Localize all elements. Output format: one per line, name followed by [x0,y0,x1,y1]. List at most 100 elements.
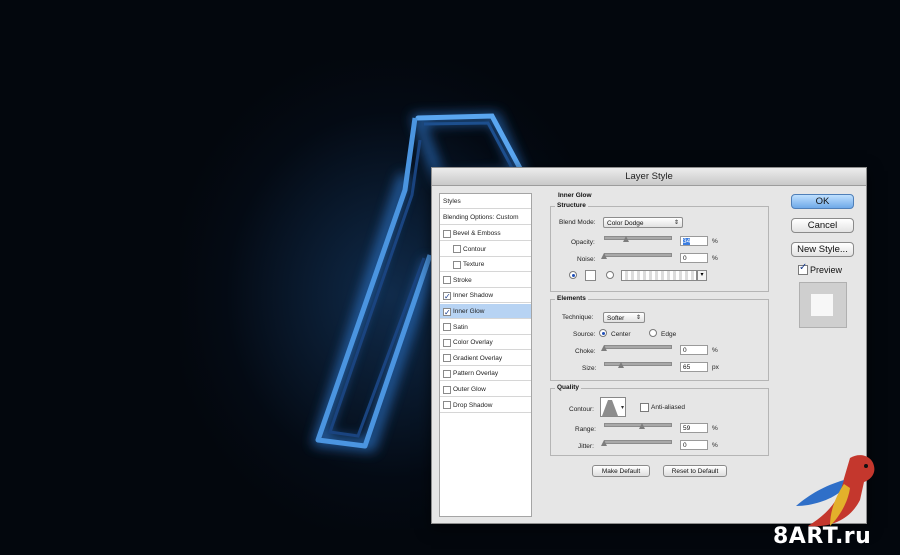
gradient-picker[interactable] [621,270,697,281]
chevron-updown-icon: ⇕ [673,220,679,226]
preview-thumbnail [799,282,847,328]
glow-color-swatch[interactable] [585,270,596,281]
new-style-button[interactable]: New Style... [791,242,854,257]
style-item[interactable]: Stroke [440,273,531,288]
jitter-input[interactable]: 0 [680,440,708,450]
color-mode-radio[interactable] [569,271,577,279]
opacity-slider-thumb[interactable] [622,236,629,242]
styles-header-label: Styles [443,198,461,205]
checkmark-icon: ✓ [799,262,808,273]
choke-label: Choke: [575,348,596,355]
style-item-checkbox[interactable] [443,289,451,304]
choke-slider[interactable] [604,345,672,349]
jitter-slider-thumb[interactable] [600,440,607,446]
style-item[interactable]: Inner Shadow [440,288,531,304]
noise-slider[interactable] [604,253,672,257]
make-default-button[interactable]: Make Default [592,465,650,477]
contour-label: Contour: [569,406,594,413]
style-item-checkbox[interactable] [443,369,451,378]
size-slider[interactable] [604,362,672,366]
blending-options-item[interactable]: Blending Options: Custom [440,210,531,225]
choke-input[interactable]: 0 [680,345,708,355]
parrot-logo [796,455,875,527]
style-item-label: Gradient Overlay [453,354,503,362]
range-slider-thumb[interactable] [639,423,646,429]
style-item-label: Bevel & Emboss [453,230,501,237]
technique-select[interactable]: Softer ⇕ [603,312,645,323]
size-value: 65 [683,364,691,371]
range-slider[interactable] [604,423,672,427]
style-item-checkbox[interactable] [443,385,451,394]
range-unit: % [712,425,718,432]
technique-label: Technique: [562,314,594,321]
reset-default-button[interactable]: Reset to Default [663,465,727,477]
jitter-slider[interactable] [604,440,672,444]
choke-slider-thumb[interactable] [600,345,607,351]
style-item[interactable]: Bevel & Emboss [440,226,531,241]
blend-mode-label: Blend Mode: [559,219,596,226]
style-item-label: Satin [453,323,468,331]
style-item-checkbox[interactable] [453,245,461,254]
range-label: Range: [575,426,596,433]
range-input[interactable]: 59 [680,423,708,433]
style-item[interactable]: Inner Glow [440,304,531,320]
dialog-title: Layer Style [432,168,866,186]
jitter-label: Jitter: [578,443,594,450]
opacity-value: 34 [683,238,691,245]
source-edge-radio[interactable] [649,329,657,337]
style-item-checkbox[interactable] [443,401,451,410]
anti-aliased-checkbox[interactable] [640,403,649,412]
blend-mode-select[interactable]: Color Dodge ⇕ [603,217,683,228]
cancel-button[interactable]: Cancel [791,218,854,233]
style-item[interactable]: Drop Shadow [440,398,531,413]
noise-input[interactable]: 0 [680,253,708,263]
gradient-mode-radio[interactable] [606,271,614,279]
choke-value: 0 [683,347,687,354]
size-slider-thumb[interactable] [617,362,624,368]
style-item-checkbox[interactable] [443,305,451,320]
style-item[interactable]: Pattern Overlay [440,366,531,382]
opacity-unit: % [712,238,718,245]
opacity-input[interactable]: 34 [680,236,708,246]
source-center-radio[interactable] [599,329,607,337]
watermark-text: 8ART.ru [773,524,872,549]
preview-swatch [811,294,833,316]
style-item-label: Texture [463,261,485,269]
structure-title: Structure [555,202,588,209]
style-item-label: Pattern Overlay [453,370,499,378]
contour-picker[interactable]: ▾ [600,397,626,417]
source-label: Source: [573,331,596,338]
opacity-label: Opacity: [571,239,595,246]
style-item-checkbox[interactable] [443,229,451,238]
styles-header[interactable]: Styles [440,194,531,209]
style-item[interactable]: Satin [440,320,531,335]
source-edge-label: Edge [661,331,677,338]
preview-checkbox[interactable]: ✓ [798,262,808,275]
source-center-label: Center [611,331,631,338]
opacity-slider[interactable] [604,236,672,240]
gradient-dropdown-icon[interactable]: ▾ [697,270,707,281]
style-item[interactable]: Contour [440,242,531,257]
noise-unit: % [712,255,718,262]
style-item-checkbox[interactable] [453,260,461,269]
quality-title: Quality [555,384,582,391]
quality-group: Quality Contour: ▾ Anti-aliased Range: 5… [550,384,769,456]
ok-button[interactable]: OK [791,194,854,209]
style-item[interactable]: Color Overlay [440,335,531,351]
blend-mode-value: Color Dodge [607,220,644,227]
size-input[interactable]: 65 [680,362,708,372]
jitter-unit: % [712,442,718,449]
style-item-checkbox[interactable] [443,276,451,285]
noise-slider-thumb[interactable] [600,253,607,259]
style-item-checkbox[interactable] [443,323,451,332]
style-item-label: Outer Glow [453,386,486,393]
style-item-checkbox[interactable] [443,354,451,363]
style-item-checkbox[interactable] [443,338,451,347]
style-item[interactable]: Texture [440,257,531,273]
elements-group: Elements Technique: Softer ⇕ Source: Cent… [550,295,769,381]
style-item[interactable]: Gradient Overlay [440,351,531,366]
choke-unit: % [712,347,718,354]
style-item-label: Inner Glow [453,308,485,315]
style-item-label: Contour [463,245,487,253]
style-item[interactable]: Outer Glow [440,382,531,397]
